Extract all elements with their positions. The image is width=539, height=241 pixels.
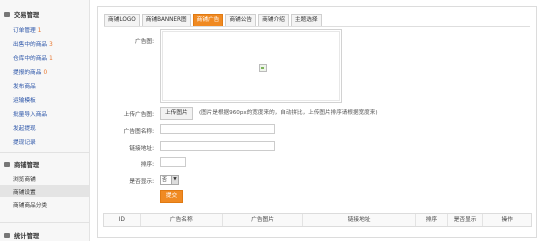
upload-hint: (图片是根据960px的宽度来的，自动拼比，上传图片排序请根据宽度来) xyxy=(199,110,378,116)
stats-icon xyxy=(4,233,10,238)
order-label: 排序: xyxy=(140,162,154,168)
sidebar-item-submitted[interactable]: 提报的商品 0 xyxy=(13,67,47,76)
sidebar-item-label: 商铺商品分类 xyxy=(13,203,48,209)
submit-button[interactable]: 提交 xyxy=(160,190,183,203)
sidebar-section-title: 商铺管理 xyxy=(14,162,40,169)
col-actions: 操作 xyxy=(501,217,513,223)
sidebar-item-label: 出售中的商品 xyxy=(13,42,48,48)
tab-underline xyxy=(104,26,530,27)
upload-label: 上传广告图: xyxy=(123,112,154,118)
sidebar-item-on-sale[interactable]: 出售中的商品 3 xyxy=(13,39,53,48)
sidebar-item-shop-categories[interactable]: 商铺商品分类 xyxy=(13,200,47,209)
col-show: 是否显示 xyxy=(448,214,484,226)
sidebar-section-trade[interactable]: 交易管理 xyxy=(4,10,39,19)
sidebar-item-label: 运输模板 xyxy=(13,98,36,104)
sidebar-section-title: 统计管理 xyxy=(14,233,40,240)
sidebar-item-orders[interactable]: 订单管理 1 xyxy=(13,25,41,34)
sidebar: 交易管理 订单管理 1 出售中的商品 3 仓库中的商品 1 提报的商品 0 发布商品 运… xyxy=(0,0,90,241)
sidebar-item-label: 提现记录 xyxy=(13,140,36,146)
sidebar-item-label: 发起提现 xyxy=(13,126,36,132)
sidebar-section-shop[interactable]: 商铺管理 xyxy=(4,160,39,169)
broken-image-icon xyxy=(259,64,267,72)
sidebar-item-bulk-import[interactable]: 批量导入商品 xyxy=(13,109,47,118)
sidebar-item-label: 浏览商铺 xyxy=(13,177,36,183)
sidebar-item-label: 批量导入商品 xyxy=(13,112,48,118)
shop-icon xyxy=(4,162,10,167)
order-input[interactable] xyxy=(160,157,186,167)
upload-image-button[interactable]: 上传图片 xyxy=(160,107,193,120)
count-badge: 0 xyxy=(43,70,48,76)
trade-icon xyxy=(4,12,10,17)
count-badge: 3 xyxy=(49,42,53,48)
count-badge: 1 xyxy=(49,56,53,62)
col-link: 链接地址 xyxy=(303,214,417,226)
ads-table-header: ID 广告名称 广告图片 链接地址 排序 是否显示 操作 xyxy=(103,213,532,227)
col-order: 排序 xyxy=(416,214,448,226)
ad-image-preview xyxy=(160,29,342,103)
show-select[interactable]: 否 ▼ xyxy=(160,175,179,185)
ad-name-input[interactable] xyxy=(160,124,275,134)
count-badge: 1 xyxy=(37,28,42,34)
show-label: 是否显示: xyxy=(129,179,154,185)
sidebar-item-withdraw[interactable]: 发起提现 xyxy=(13,123,36,132)
sidebar-item-browse-shop[interactable]: 浏览商铺 xyxy=(13,174,36,183)
sidebar-item-warehouse[interactable]: 仓库中的商品 1 xyxy=(13,53,53,62)
sidebar-item-label: 发布商品 xyxy=(13,84,36,90)
sidebar-divider xyxy=(0,222,89,223)
sidebar-item-withdraw-records[interactable]: 提现记录 xyxy=(13,137,36,146)
link-label: 链接地址: xyxy=(129,146,154,152)
col-ad-name: 广告名称 xyxy=(141,214,223,226)
ad-name-label: 广告图名称: xyxy=(123,129,154,135)
sidebar-section-stats[interactable]: 统计管理 xyxy=(4,231,39,240)
show-select-value: 否 xyxy=(162,177,168,183)
sidebar-item-label: 仓库中的商品 xyxy=(13,56,48,62)
sidebar-item-shipping-template[interactable]: 运输模板 xyxy=(13,95,36,104)
sidebar-section-title: 交易管理 xyxy=(14,12,40,19)
chevron-down-icon: ▼ xyxy=(171,176,178,184)
tab-bar: 商铺LOGO 商铺BANNER图 商铺广告 商铺公告 商铺介绍 主题选择 xyxy=(104,14,324,27)
ad-image-label: 广告图: xyxy=(135,39,154,45)
sidebar-item-label: 商铺设置 xyxy=(13,190,36,196)
sidebar-item-shop-settings[interactable]: 商铺设置 xyxy=(13,187,36,196)
link-url-input[interactable] xyxy=(160,141,275,151)
sidebar-item-label: 订单管理 xyxy=(13,28,36,34)
sidebar-item-publish[interactable]: 发布商品 xyxy=(13,81,36,90)
sidebar-divider xyxy=(0,152,89,153)
sidebar-item-label: 提报的商品 xyxy=(13,70,42,76)
col-id: ID xyxy=(104,214,141,226)
col-ad-image: 广告图片 xyxy=(223,214,304,226)
